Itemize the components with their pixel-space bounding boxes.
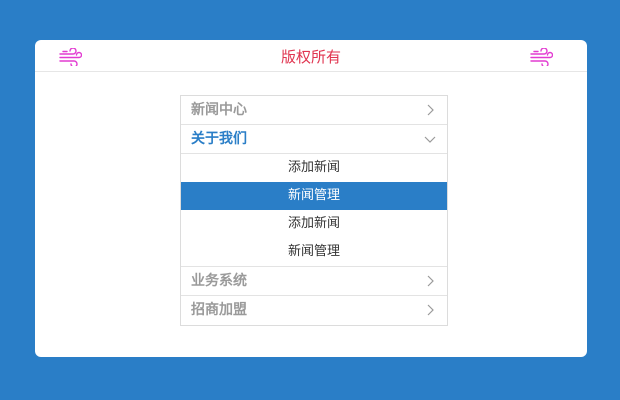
submenu-item-add-news[interactable]: 添加新闻 — [181, 154, 447, 182]
chevron-right-icon — [427, 104, 434, 116]
menu-item-label: 新闻中心 — [191, 102, 247, 118]
menu-item-label: 招商加盟 — [191, 302, 247, 318]
menu-item-label: 关于我们 — [191, 131, 247, 147]
chevron-down-icon — [424, 136, 436, 143]
menu-item-label: 业务系统 — [191, 273, 247, 289]
chevron-right-icon — [427, 275, 434, 287]
chevron-right-icon — [427, 304, 434, 316]
submenu-item-news-management[interactable]: 新闻管理 — [181, 182, 447, 210]
menu-item-news-center[interactable]: 新闻中心 — [181, 96, 447, 125]
submenu-about-us: 添加新闻 新闻管理 添加新闻 新闻管理 — [181, 154, 447, 267]
page-title: 版权所有 — [280, 48, 341, 66]
menu-item-about-us[interactable]: 关于我们 — [181, 125, 447, 154]
menu-item-business-system[interactable]: 业务系统 — [181, 267, 447, 296]
submenu-item-news-management[interactable]: 新闻管理 — [181, 238, 447, 266]
accordion-menu: 新闻中心 关于我们 添加新闻 新闻管理 添加新闻 新闻管理 业务系统 招商加盟 — [180, 95, 448, 326]
menu-item-franchise[interactable]: 招商加盟 — [181, 296, 447, 325]
submenu-item-add-news[interactable]: 添加新闻 — [181, 210, 447, 238]
wind-icon[interactable] — [529, 48, 553, 66]
content-card: 版权所有 新闻中心 关于我们 添加新闻 新闻管理 添加新闻 新闻管理 业务系统 … — [35, 40, 587, 357]
card-header: 版权所有 — [35, 40, 587, 72]
